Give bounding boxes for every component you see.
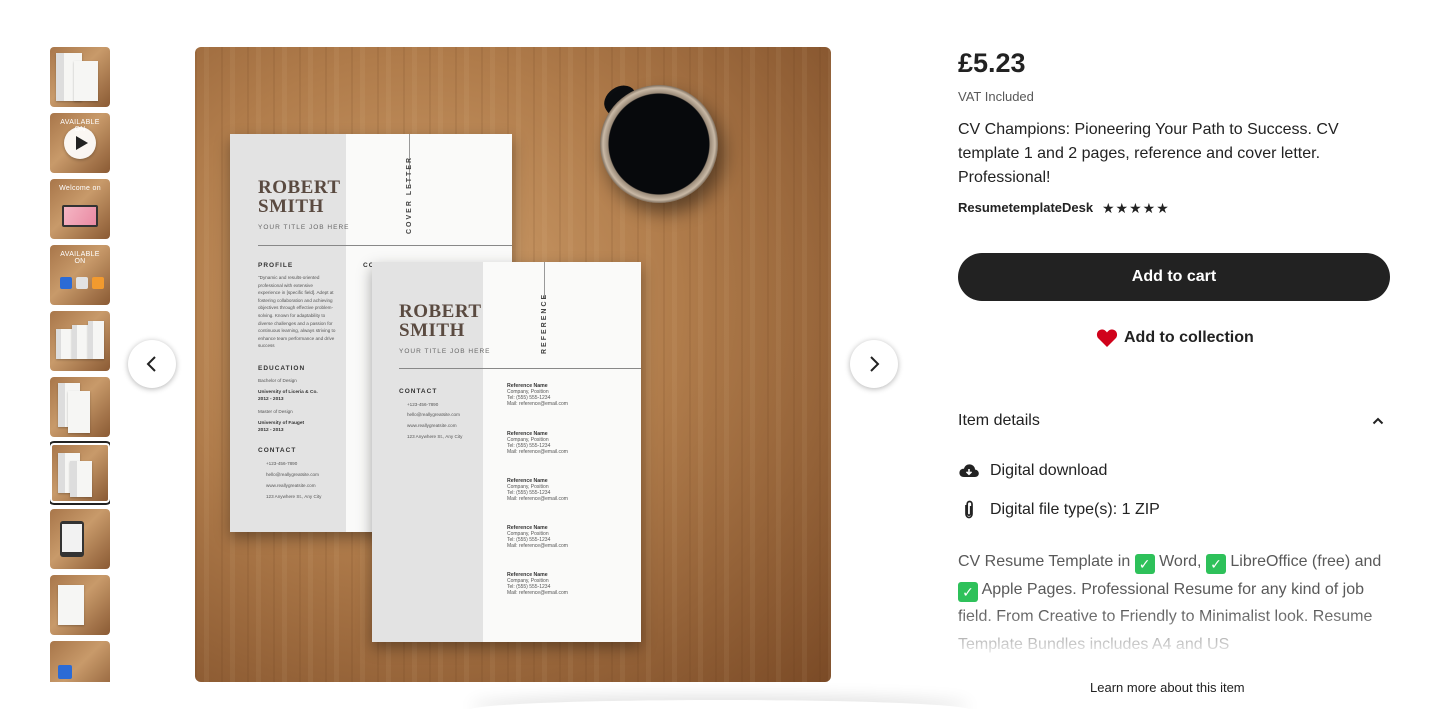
description-text: CV Resume Template in [958,553,1135,570]
thumbnail-8[interactable] [50,509,110,569]
check-icon: ✓ [1134,554,1155,574]
description-text: Word, [1154,553,1206,570]
word-icon [58,665,72,679]
reference-entry: Reference Name Company, Position Tel: (5… [507,525,568,549]
description-fade [950,610,1400,660]
add-to-collection-label: Add to collection [1124,329,1254,346]
next-image-button[interactable] [850,340,898,388]
contact-phone: +123-456-7890 [407,402,439,407]
learn-more-link[interactable]: Learn more about this item [1090,680,1245,695]
play-icon [64,127,96,159]
resume-name: ROBERT SMITH [399,301,482,342]
rating-stars[interactable]: ★★★★★ [1102,200,1170,217]
profile-heading: PROFILE [258,262,294,269]
chevron-left-icon [146,356,156,372]
thumbnail-3[interactable]: Welcome on [50,179,110,239]
thumbnail-1[interactable] [50,47,110,107]
thumbnail-6[interactable] [50,377,110,437]
resume-name: ROBERT SMITH [258,177,341,218]
previous-image-button[interactable] [128,340,176,388]
thumbnail-5[interactable] [50,311,110,371]
chevron-right-icon [870,356,880,372]
vat-note: VAT Included [958,89,1034,104]
item-details-heading: Item details [958,412,1040,429]
digital-download-label: Digital download [990,462,1108,479]
listing-title: CV Champions: Pioneering Your Path to Su… [958,121,1339,186]
description-text: LibreOffice (free) and [1225,553,1382,570]
edu-degree: Bachelor of Design [258,378,297,383]
thumbnail-strip[interactable]: AVAILABLE ON Welcome on AVAILABLE ON [50,47,110,682]
check-icon: ✓ [1205,554,1226,574]
contact-phone: +123-456-7890 [266,461,298,466]
coffee-mug [600,85,718,203]
file-type-row: Digital file type(s): 1 ZIP [958,498,1160,522]
contact-heading: CONTACT [258,447,297,454]
file-type-label: Digital file type(s): 1 ZIP [990,501,1160,518]
reference-entry: Reference Name Company, Position Tel: (5… [507,383,568,407]
contact-address: 123 Anywhere St., Any City [407,434,463,439]
contact-website: www.reallygreatsite.com [266,483,316,488]
resume-job-title: YOUR TITLE JOB HERE [399,348,491,355]
vertical-title: COVER LETTER [406,155,413,234]
edu-years: 2012 - 2013 [258,428,284,433]
heart-icon [1096,329,1118,347]
paperclip-icon [965,500,973,519]
chevron-up-icon [1372,417,1384,425]
education-heading: EDUCATION [258,365,306,372]
reference-entry: Reference Name Company, Position Tel: (5… [507,431,568,455]
reference-entry: Reference Name Company, Position Tel: (5… [507,572,568,596]
libreoffice-icon [76,277,88,289]
laptop-icon [62,205,98,227]
main-product-image[interactable]: ROBERT SMITH YOUR TITLE JOB HERE COVER L… [195,47,831,682]
resume-job-title: YOUR TITLE JOB HERE [258,224,350,231]
cloud-download-icon [959,464,979,477]
add-to-collection-button[interactable]: Add to collection [1096,326,1254,350]
thumbnail-label: Welcome on [59,185,101,192]
thumbnail-4[interactable]: AVAILABLE ON [50,245,110,305]
contact-email: hello@reallygreatsite.com [266,472,319,477]
add-to-cart-button[interactable]: Add to cart [958,253,1390,301]
contact-heading: CONTACT [399,388,438,395]
edu-years: 2012 - 2013 [258,397,284,402]
contact-website: www.reallygreatsite.com [407,423,457,428]
reference-entry: Reference Name Company, Position Tel: (5… [507,478,568,502]
shop-name-link[interactable]: ResumetemplateDesk [958,200,1093,215]
contact-address: 123 Anywhere St., Any City [266,494,322,499]
bottom-sheet-shadow [470,700,970,709]
thumbnail-10[interactable] [50,641,110,682]
contact-email: hello@reallygreatsite.com [407,412,460,417]
price: £5.23 [958,48,1026,78]
thumbnail-label: AVAILABLE ON [60,251,100,265]
reference-document: ROBERT SMITH YOUR TITLE JOB HERE REFEREN… [372,262,641,642]
thumbnail-2-video[interactable]: AVAILABLE ON [50,113,110,173]
digital-download-row: Digital download [958,459,1107,483]
profile-text: "Dynamic and results-oriented profession… [258,275,336,349]
tablet-icon [60,521,84,557]
item-details-toggle[interactable]: Item details [958,404,1390,438]
edu-degree: Master of Design [258,409,293,414]
thumbnail-9[interactable] [50,575,110,635]
pages-icon [92,277,104,289]
check-icon: ✓ [958,581,978,602]
vertical-title: REFERENCE [541,292,548,354]
thumbnail-7-selected[interactable] [50,441,110,505]
word-icon [60,277,72,289]
